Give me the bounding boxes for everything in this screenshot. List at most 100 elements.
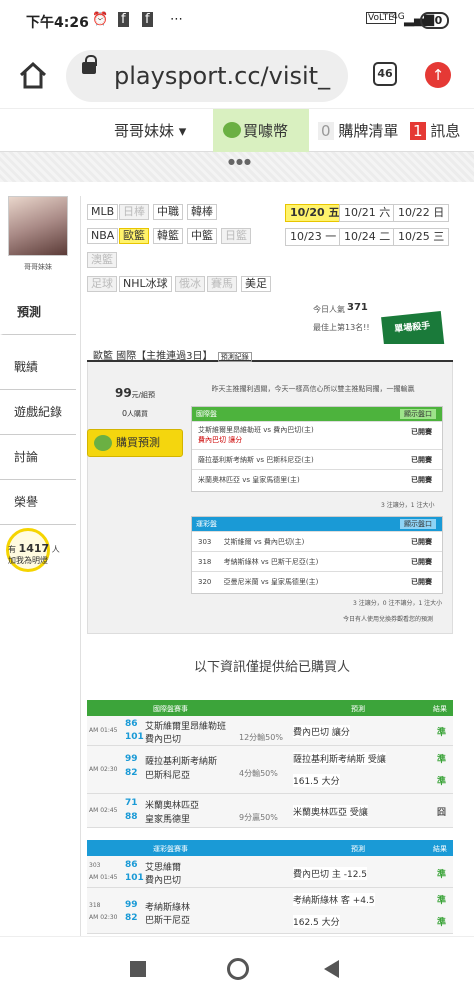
show-lines-button[interactable]: 顯示盤口 xyxy=(400,519,436,529)
lottery-note: 3 注讓分，0 注不讓分，1 注大小 xyxy=(353,600,443,607)
avatar[interactable] xyxy=(8,196,68,256)
follower-text: 加我為明燈 xyxy=(8,556,48,565)
league-mlb[interactable]: MLB xyxy=(87,204,119,220)
home-score: 101 xyxy=(125,873,144,883)
league-ru-hockey[interactable]: 俄冰 xyxy=(175,276,205,292)
game-time: AM 02:45 xyxy=(89,807,118,814)
row-status: 已開賽 xyxy=(411,476,432,484)
league-euro-basketball[interactable]: 歐籃 xyxy=(119,228,149,244)
lottery-games-table: 運彩盤賽事 預測 結果 303 AM 01:45 86 101 艾思維爾 費內巴… xyxy=(87,840,453,934)
row-game: 亞曼尼米蘭 vs 皇家馬德里(主) xyxy=(223,578,319,586)
away-team: 考納斯綠林 xyxy=(145,903,191,913)
popularity-label: 今日人氣 xyxy=(313,305,345,314)
home-team: 皇家馬德里 xyxy=(145,815,191,825)
date-1020[interactable]: 10/20 五 xyxy=(285,204,345,222)
game-time: AM 02:30 xyxy=(89,766,118,773)
pick: 費內巴切 主 -12.5 xyxy=(293,867,368,880)
date-1022[interactable]: 10/22 日 xyxy=(393,204,450,222)
message-label: 訊息 xyxy=(430,122,461,140)
cart-count: 0 xyxy=(318,122,334,140)
home-score: 82 xyxy=(125,768,138,778)
sidebar-item-predict[interactable]: 預測 xyxy=(0,290,76,335)
league-au-basketball[interactable]: 澳籃 xyxy=(87,252,117,268)
cart-label: 購牌清單 xyxy=(338,122,399,140)
intl-picks-header: 國際盤 顯示盤口 xyxy=(192,407,442,421)
home-team: 費內巴切 xyxy=(145,735,182,745)
follower-badge[interactable]: 有 1417 人 加我為明燈 xyxy=(8,542,68,566)
col-prediction: 預測 xyxy=(351,845,365,853)
user-menu[interactable]: 哥哥妹妹 ▾ xyxy=(114,109,186,153)
facebook-icon-2: f xyxy=(142,12,153,27)
league-cpbl[interactable]: 中職 xyxy=(153,204,183,220)
system-nav-bar xyxy=(0,936,474,1000)
result-total: 準 xyxy=(437,918,447,928)
popularity-rank: 最佳上第13名!! xyxy=(313,323,370,332)
sidebar-item-record[interactable]: 戰績 xyxy=(0,345,76,390)
coins-button[interactable]: 買噱幣 xyxy=(213,109,309,153)
away-team: 艾思維爾 xyxy=(145,863,182,873)
sidebar-item-discussion[interactable]: 討論 xyxy=(0,435,76,480)
league-nba[interactable]: NBA xyxy=(87,228,119,244)
panel-description: 昨天主推擱利週關，今天一樣高信心所以雙主推點同擱，一擱輸贏 xyxy=(211,385,415,393)
league-nhl[interactable]: NHL冰球 xyxy=(119,276,172,292)
recent-apps-icon[interactable] xyxy=(130,961,146,977)
table-row: 318 考納斯綠林 vs 巴斯干尼亞(主) 已開賽 xyxy=(192,551,442,571)
update-icon[interactable]: ↑ xyxy=(425,62,451,88)
tab-count-button[interactable]: 46 xyxy=(373,62,397,86)
home-icon[interactable] xyxy=(18,60,48,90)
league-soccer[interactable]: 足球 xyxy=(87,276,117,292)
league-kbo[interactable]: 韓棒 xyxy=(187,204,217,220)
cart-button[interactable]: 0 購牌清單 xyxy=(318,109,398,153)
intl-games-header: 國際盤賽事 預測 結果 xyxy=(87,700,453,716)
date-1021[interactable]: 10/21 六 xyxy=(339,204,396,222)
coin-icon xyxy=(94,435,112,451)
pick: 米蘭奧林匹亞 受讓 xyxy=(293,805,368,818)
table-row: 318 AM 02:30 99 82 考納斯綠林 巴斯干尼亞 考納斯綠林 客 +… xyxy=(87,888,453,934)
pick-total: 161.5 大分 xyxy=(293,774,340,787)
price-block: 99元/組預 0人購買 xyxy=(87,382,183,420)
back-icon[interactable] xyxy=(324,960,339,978)
result: 準 xyxy=(437,755,447,765)
col-intl-games: 國際盤賽事 xyxy=(153,705,188,713)
league-nfl[interactable]: 美足 xyxy=(241,276,271,292)
row-number: 318 xyxy=(198,558,212,566)
message-button[interactable]: 1 訊息 xyxy=(410,109,460,153)
row-status: 已開賽 xyxy=(411,578,432,586)
league-jp-basketball[interactable]: 日籃 xyxy=(221,228,251,244)
follower-prefix: 有 xyxy=(8,545,16,554)
row-pick: 費內巴切 讓分 xyxy=(198,436,243,444)
col-result: 結果 xyxy=(433,705,447,713)
profile-name: 哥哥妹妹 xyxy=(24,263,52,271)
lottery-games-header: 運彩盤賽事 預測 結果 xyxy=(87,840,453,856)
table-row: AM 02:30 99 82 薩拉基利斯考納斯 巴斯科尼亞 4分輸50% 薩拉基… xyxy=(87,746,453,794)
sidebar: 預測 戰績 遊戲紀錄 討論 榮譽 xyxy=(0,290,76,525)
buy-label: 購買預測 xyxy=(116,436,160,449)
show-lines-button[interactable]: 顯示盤口 xyxy=(400,409,436,419)
intl-games-table: 國際盤賽事 預測 結果 AM 01:45 86 101 艾斯維爾里昂維勒班 費內… xyxy=(87,700,453,828)
home-button-icon[interactable] xyxy=(227,958,249,980)
network-label: 4G xyxy=(392,12,405,22)
league-horse-racing[interactable]: 賽馬 xyxy=(207,276,237,292)
away-score: 99 xyxy=(125,754,138,764)
popularity-value: 371 xyxy=(347,302,368,313)
date-1025[interactable]: 10/25 三 xyxy=(393,228,450,246)
facebook-icon: f xyxy=(118,12,129,27)
row-game: 艾斯維爾里昂維勒班 vs 費內巴切(主) xyxy=(198,426,314,434)
url-field[interactable]: playsport.cc/visit_ xyxy=(66,50,348,102)
date-1024[interactable]: 10/24 二 xyxy=(339,228,396,246)
sidebar-item-game-log[interactable]: 遊戲紀錄 xyxy=(0,390,76,435)
buy-prediction-button[interactable]: 購買預測 xyxy=(87,429,183,457)
line-result: 12分輸50% xyxy=(239,733,283,742)
intl-section-title: 國際盤 xyxy=(196,410,217,418)
away-score: 86 xyxy=(125,719,138,729)
sidebar-item-honor[interactable]: 榮譽 xyxy=(0,480,76,525)
league-jp-baseball[interactable]: 日棒 xyxy=(119,204,149,220)
record-button[interactable]: 預測紀錄 xyxy=(217,352,252,362)
league-cn-basketball[interactable]: 中籃 xyxy=(187,228,217,244)
row-status: 已開賽 xyxy=(411,538,432,546)
coin-icon xyxy=(223,122,241,138)
panel-header: 歐籃 國際【主推連過3日】 預測紀錄 xyxy=(87,344,453,362)
date-1023[interactable]: 10/23 一 xyxy=(285,228,342,246)
lottery-picks-table: 運彩盤 顯示盤口 303 艾斯維爾 vs 費內巴切(主) 已開賽 318 考納斯… xyxy=(191,516,443,594)
league-kr-basketball[interactable]: 韓籃 xyxy=(153,228,183,244)
